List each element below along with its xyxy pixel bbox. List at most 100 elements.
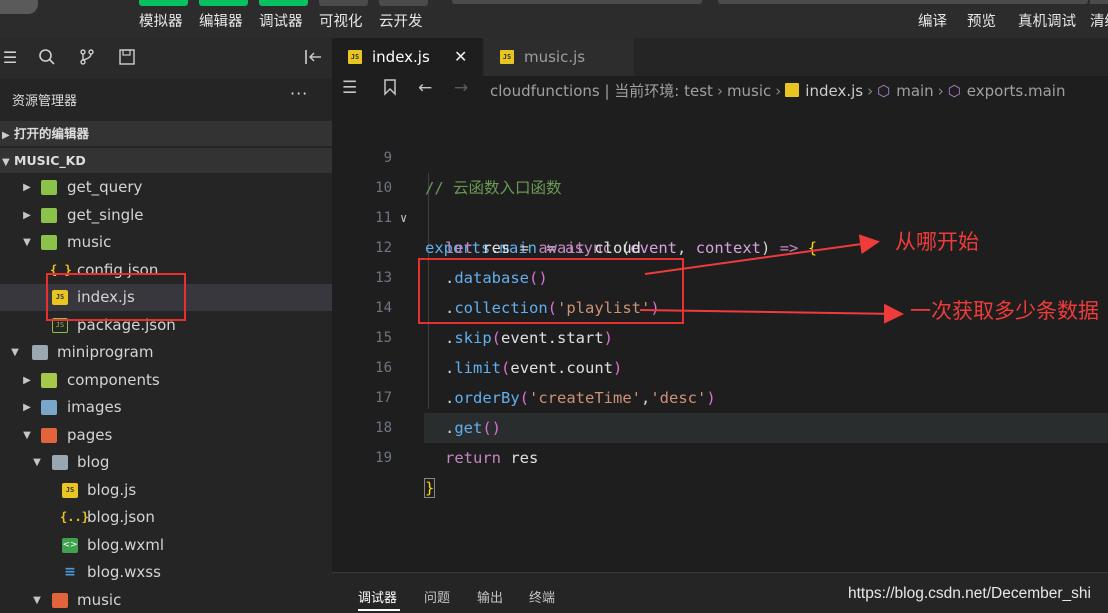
tab-output[interactable]: 输出 (477, 587, 503, 606)
code-line: 17 .get() (332, 353, 1108, 437)
tree-item-label: miniprogram (57, 343, 154, 361)
close-icon[interactable]: ✕ (454, 38, 467, 76)
code-token: } (423, 478, 436, 498)
cube-icon: ⬡ (947, 82, 961, 100)
project-section[interactable]: ▼ MUSIC_KD (0, 148, 332, 173)
active-tab-indicator (358, 609, 400, 611)
tree-item-label: blog.js (87, 481, 137, 499)
chevron-down-icon: ▼ (11, 347, 19, 358)
tree-item-get-single[interactable]: ▶ get_single (0, 202, 332, 229)
annotation-start-note: 从哪开始 (895, 230, 979, 254)
tree-item-label: get_query (67, 178, 143, 196)
js-file-icon: JS (500, 50, 514, 64)
cloud-dev-label: 云开发 (379, 14, 423, 30)
tab-terminal[interactable]: 终端 (529, 587, 555, 606)
section-label: MUSIC_KD (14, 153, 86, 168)
tree-item-components[interactable]: ▶ components (0, 367, 332, 394)
back-arrow-icon[interactable]: ← (418, 78, 432, 98)
tree-item-blog-wxss[interactable]: ≡ blog.wxss (0, 559, 332, 586)
save-icon[interactable] (117, 48, 137, 68)
tree-item-label: blog.wxss (87, 563, 161, 581)
tab-debugger[interactable]: 调试器 (358, 587, 397, 606)
tree-item-label: components (67, 371, 160, 389)
tree-item-label: music (77, 591, 122, 609)
code-line: 18 return res (332, 383, 1108, 467)
cube-icon: ⬡ (877, 82, 891, 100)
visualize-button[interactable]: 可视化 (319, 0, 368, 36)
cloud-dev-icon (379, 0, 428, 6)
breadcrumb-file[interactable]: index.js (805, 82, 863, 100)
tree-item-blog-json[interactable]: {..} blog.json (0, 504, 332, 531)
simulator-icon (139, 0, 188, 6)
collapse-panel-icon[interactable] (303, 48, 323, 68)
tree-item-music-page[interactable]: ▼ music (0, 587, 332, 613)
breadcrumb-symbol-exports-main[interactable]: exports.main (967, 82, 1066, 100)
code-token: res (501, 449, 539, 467)
editor-button[interactable]: 编辑器 (199, 0, 248, 36)
green-folder-icon (41, 208, 57, 223)
folder-open-icon (52, 455, 68, 470)
bookmark-icon[interactable] (382, 78, 398, 101)
breadcrumb-folder[interactable]: music (727, 82, 771, 100)
top-toolbar: 模拟器 编辑器 调试器 可视化 云开发 编译 预览 真机调试 清缓 (0, 0, 1108, 38)
more-actions-icon[interactable]: ··· (290, 84, 308, 103)
forward-arrow-icon[interactable]: → (454, 78, 468, 98)
tree-item-images[interactable]: ▶ images (0, 394, 332, 421)
tab-index-js[interactable]: JS index.js ✕ (332, 38, 482, 76)
compile-button[interactable]: 编译 (918, 10, 947, 31)
menu-icon[interactable]: ☰ (0, 48, 20, 68)
debugger-icon (259, 0, 308, 6)
tab-music-js[interactable]: JS music.js (484, 38, 634, 76)
avatar[interactable] (0, 0, 38, 14)
js-file-icon (785, 83, 800, 97)
breadcrumb-symbol-main[interactable]: main (896, 82, 933, 100)
code-line: 19 } (332, 413, 1108, 498)
chevron-right-icon: ▶ (23, 210, 31, 221)
chevron-down-icon: ▼ (33, 457, 41, 468)
tree-item-label: music (67, 233, 112, 251)
search-icon[interactable] (37, 48, 57, 68)
index-js-highlight-box (46, 273, 186, 321)
green-folder-open-icon (41, 235, 57, 250)
clear-cache-button[interactable]: 清缓 (1090, 10, 1108, 31)
red-folder-icon (52, 593, 68, 608)
code-line: 9 // 云函数入口函数 (332, 113, 1108, 197)
open-editors-section[interactable]: ▶ 打开的编辑器 (0, 121, 332, 146)
compile-mode-select[interactable] (452, 0, 702, 4)
debugger-label: 调试器 (259, 14, 303, 30)
chevron-right-icon: ▶ (23, 375, 31, 386)
chevron-down-icon: ▼ (23, 430, 31, 441)
chevron-down-icon: ▼ (33, 595, 41, 606)
editor-icon (199, 0, 248, 6)
breadcrumb-path[interactable]: cloudfunctions | 当前环境: test (490, 82, 713, 100)
list-icon[interactable]: ☰ (342, 78, 357, 98)
simulator-button[interactable]: 模拟器 (139, 0, 188, 36)
preview-button[interactable]: 预览 (967, 10, 996, 31)
debugger-button[interactable]: 调试器 (259, 0, 308, 36)
tree-item-get-query[interactable]: ▶ get_query (0, 174, 332, 201)
images-folder-icon (41, 400, 57, 415)
tree-item-pages[interactable]: ▼ pages (0, 422, 332, 449)
tree-item-label: pages (67, 426, 113, 444)
sidebar-activity-bar: ☰ (0, 38, 332, 78)
tree-item-blog[interactable]: ▼ blog (0, 449, 332, 476)
cloud-dev-button[interactable]: 云开发 (379, 0, 428, 36)
chevron-down-icon: ▼ (23, 237, 31, 248)
tab-problems[interactable]: 问题 (424, 587, 450, 606)
visualize-icon (319, 0, 368, 6)
chevron-right-icon: ▶ (23, 182, 31, 193)
tree-item-music-cloud[interactable]: ▼ music (0, 229, 332, 256)
json-file-icon: {..} (60, 510, 89, 524)
tree-item-blog-wxml[interactable]: <> blog.wxml (0, 532, 332, 559)
code-line: 11 let res = await cloud (332, 173, 1108, 257)
components-folder-icon (41, 373, 57, 388)
code-line: 16 .orderBy('createTime','desc') (332, 323, 1108, 407)
tree-item-blog-js[interactable]: JS blog.js (0, 477, 332, 504)
code-line: 12 .database() (332, 203, 1108, 287)
source-control-icon[interactable] (77, 48, 97, 68)
remote-debug-button[interactable]: 真机调试 (1018, 10, 1076, 31)
js-file-icon: JS (348, 50, 362, 64)
editor-label: 编辑器 (199, 14, 243, 30)
line-number: 19 (375, 450, 392, 466)
tree-item-miniprogram[interactable]: ▼ miniprogram (0, 339, 332, 366)
